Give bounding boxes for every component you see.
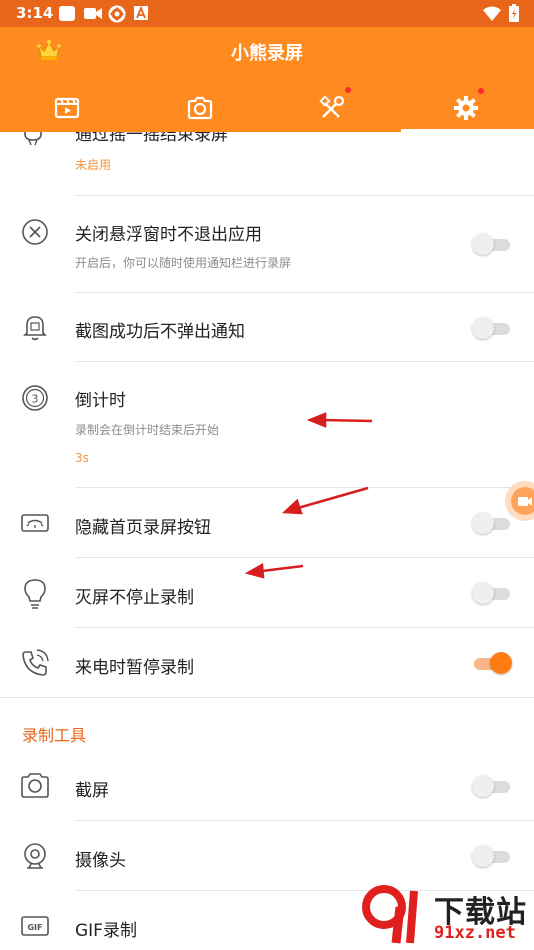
setting-label: 来电时暂停录制 [75,658,194,678]
keep-app-toggle[interactable] [472,232,512,256]
screenshot-toggle[interactable] [472,774,512,798]
watermark-logo-icon [362,885,418,944]
gif-icon: GIF [21,916,49,936]
notification-square-icon [59,6,75,21]
setting-label: 通过摇一摇结束录屏 [75,132,228,145]
webcam-toggle[interactable] [472,844,512,868]
setting-shake-stop[interactable]: 通过摇一摇结束录屏 未启用 [0,132,534,196]
bell-icon [23,316,47,341]
lightbulb-icon [24,579,46,609]
toggle-thumb [472,512,494,534]
battery-icon [509,4,519,22]
toggle-thumb [472,775,494,797]
close-circle-icon [22,219,48,245]
hidden-video-icon [21,514,49,532]
video-list-icon [54,97,79,118]
section-divider [0,697,534,698]
toggle-thumb [490,652,512,674]
app-a-icon [134,5,148,20]
tool-label: GIF录制 [75,921,137,941]
shake-phone-icon [24,132,42,146]
tools-badge-dot [345,87,351,93]
hide-button-toggle[interactable] [472,511,512,535]
setting-no-notify[interactable]: 截图成功后不弹出通知 [0,293,534,362]
status-bar: 3:14 [0,0,534,27]
setting-label: 灭屏不停止录制 [75,588,194,608]
tab-tools[interactable] [266,83,399,132]
tool-webcam[interactable]: 摄像头 [0,821,534,891]
toggle-thumb [472,845,494,867]
app-bar: 小熊录屏 [0,27,534,132]
webcam-icon [24,843,46,869]
video-record-icon [84,8,102,19]
call-pause-toggle[interactable] [472,651,512,675]
tab-videos[interactable] [0,83,133,132]
video-camera-icon [518,497,532,506]
gear-icon [453,95,478,120]
camera-icon [21,773,49,798]
setting-label: 倒计时 [75,391,126,411]
screen-off-toggle[interactable] [472,581,512,605]
tool-label: 截屏 [75,781,109,801]
countdown-timer-icon: 3 [22,385,48,411]
setting-desc: 开启后，你可以随时使用通知栏进行录屏 [75,256,292,270]
setting-desc: 录制会在倒计时结束后开始 [75,423,220,437]
phone-call-icon [22,649,49,676]
svg-text:3: 3 [32,393,39,406]
setting-countdown[interactable]: 3 倒计时 录制会在倒计时结束后开始 3s [0,362,534,488]
setting-value: 未启用 [75,158,112,172]
settings-badge-dot [478,88,484,94]
setting-keep-app[interactable]: 关闭悬浮窗时不退出应用 开启后，你可以随时使用通知栏进行录屏 [0,196,534,293]
settings-list[interactable]: 通过摇一摇结束录屏 未启用 关闭悬浮窗时不退出应用 开启后，你可以随时使用通知栏… [0,132,534,950]
toggle-thumb [472,233,494,255]
tab-screenshots[interactable] [133,83,266,132]
toggle-thumb [472,582,494,604]
tool-screenshot[interactable]: 截屏 [0,751,534,821]
no-notify-toggle[interactable] [472,316,512,340]
tab-settings[interactable] [399,83,532,132]
svg-text:GIF: GIF [27,923,42,932]
floating-record-inner [511,487,534,515]
setting-hide-button[interactable]: 隐藏首页录屏按钮 [0,488,534,558]
app-title: 小熊录屏 [231,43,303,64]
sync-icon [108,5,126,23]
watermark-url: 91xz.net [434,923,516,943]
tab-bar [0,83,534,132]
camera-icon [187,96,212,119]
setting-call-pause[interactable]: 来电时暂停录制 [0,628,534,698]
setting-screen-off[interactable]: 灭屏不停止录制 [0,558,534,628]
tool-label: 摄像头 [75,851,126,871]
setting-label: 隐藏首页录屏按钮 [75,518,211,538]
setting-label: 截图成功后不弹出通知 [75,322,245,342]
toggle-thumb [472,317,494,339]
setting-label: 关闭悬浮窗时不退出应用 [75,225,262,245]
section-title-tools: 录制工具 [22,726,87,745]
setting-value: 3s [75,451,89,465]
site-watermark: 下载站 91xz.net [362,885,534,950]
status-time: 3:14 [16,4,54,22]
tools-icon [318,94,344,118]
wifi-icon [483,6,501,21]
